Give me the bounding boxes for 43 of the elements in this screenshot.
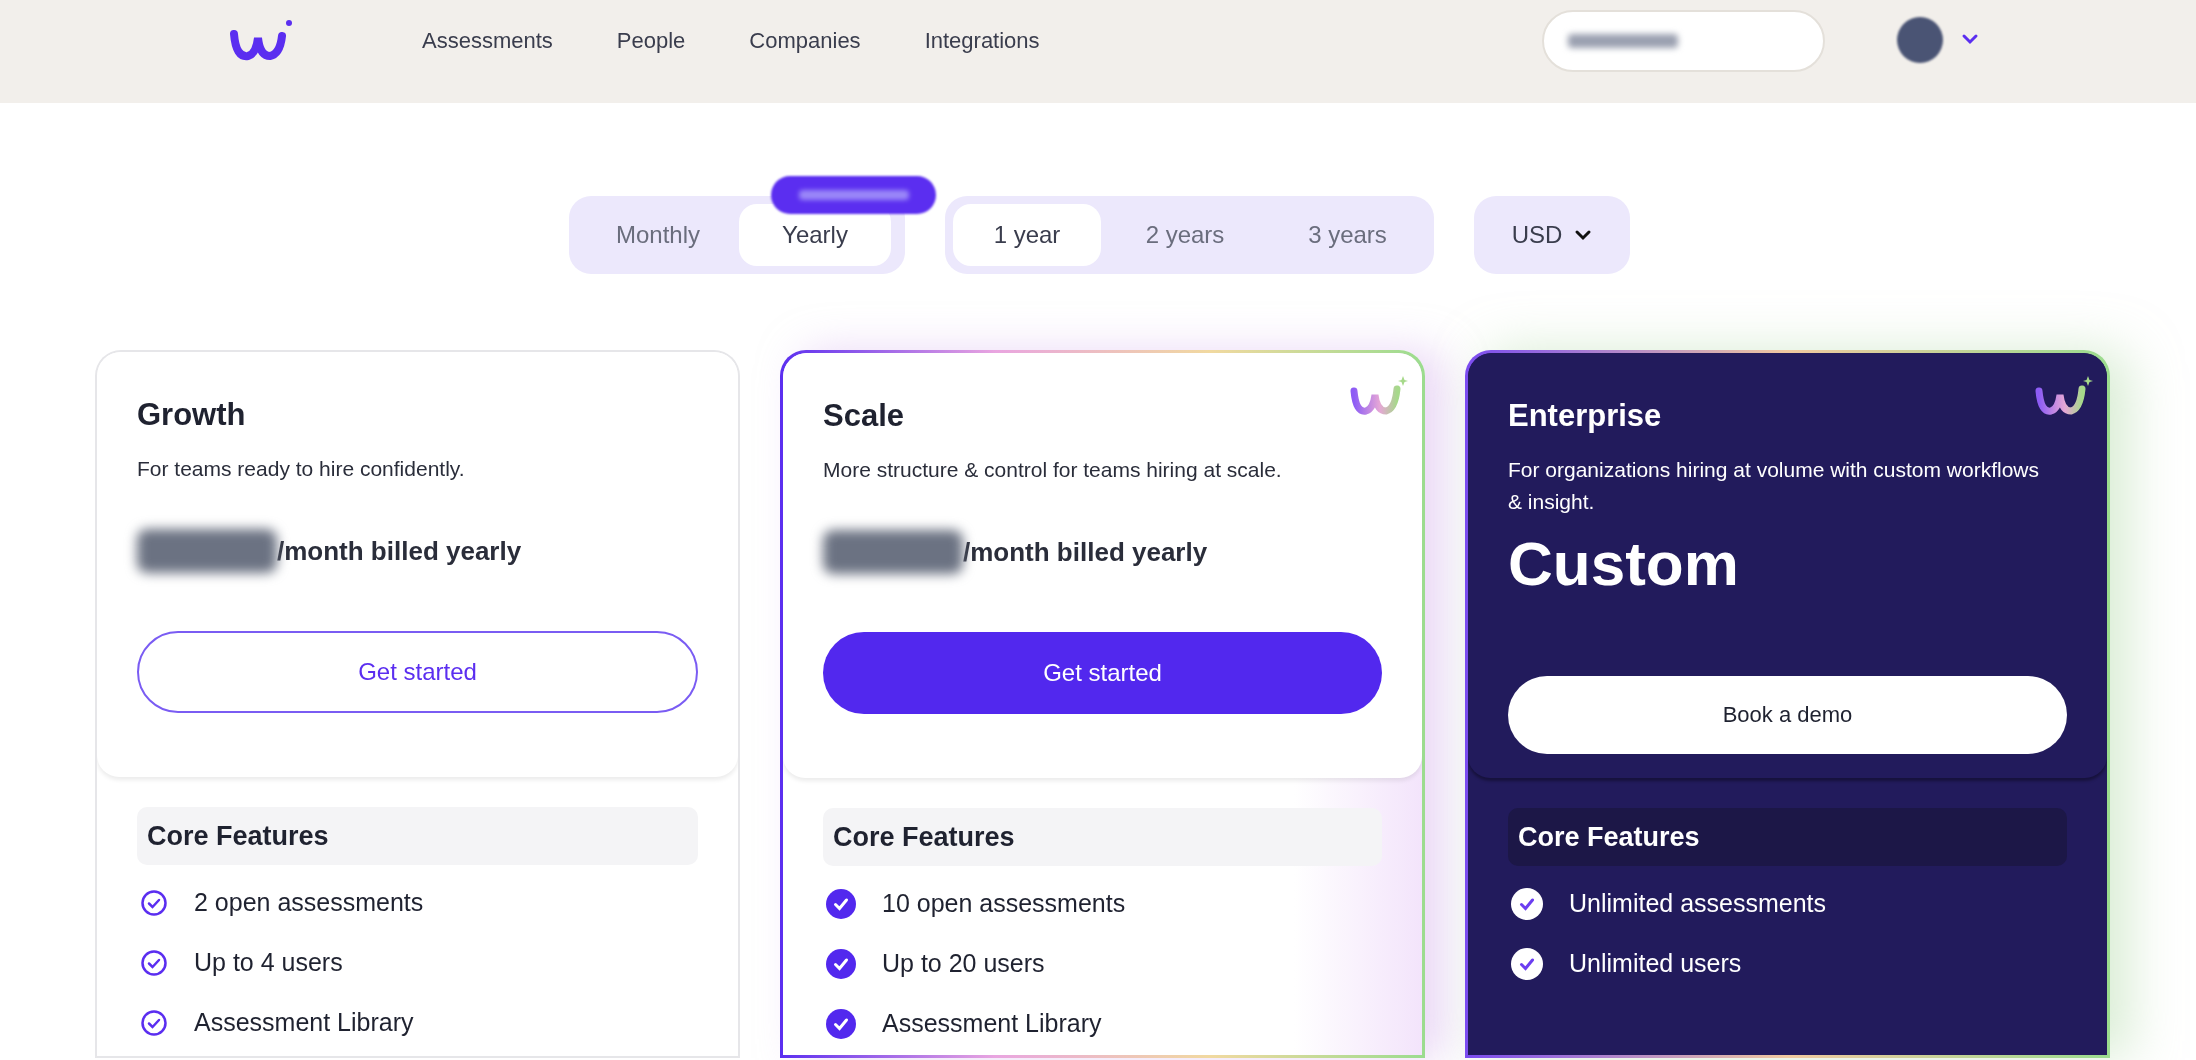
- check-circle-icon: [140, 949, 168, 977]
- price-period: /month billed yearly: [963, 535, 1208, 569]
- plan-description: More structure & control for teams hiring at scale.: [823, 456, 1283, 483]
- section-heading: Core Features: [137, 807, 698, 865]
- currency-dropdown[interactable]: USD: [1474, 196, 1630, 274]
- chevron-down-icon: [1574, 229, 1593, 241]
- nav-link[interactable]: Assessments: [422, 24, 553, 57]
- feature-text: 10 open assessments: [882, 888, 1126, 920]
- toggle-option[interactable]: 3 years: [1269, 204, 1426, 266]
- check-circle-icon: [140, 1009, 168, 1037]
- feature-text: Unlimited assessments: [1569, 888, 1827, 920]
- feature-text: Assessment Library: [194, 1007, 414, 1039]
- chevron-down-icon[interactable]: [1960, 32, 1980, 46]
- avatar[interactable]: [1897, 17, 1943, 63]
- price-period: /month billed yearly: [277, 534, 522, 568]
- cta-button[interactable]: Get started: [823, 631, 1382, 714]
- feature-text: Unlimited users: [1569, 948, 1742, 980]
- cta-button[interactable]: Get started: [137, 630, 698, 713]
- section-heading: Core Features: [1508, 808, 2067, 866]
- nav-link[interactable]: Integrations: [924, 24, 1040, 57]
- toggle-option[interactable]: 1 year: [953, 204, 1101, 266]
- feature-text: Assessment Library: [882, 1008, 1102, 1040]
- plan-description: For teams ready to hire confidently.: [137, 455, 466, 482]
- toggle-option[interactable]: Monthly: [577, 204, 739, 266]
- check-circle-icon: [826, 949, 856, 979]
- nav-link[interactable]: Companies: [749, 24, 861, 57]
- feature-text: 2 open assessments: [194, 887, 424, 919]
- nav-link[interactable]: People: [616, 24, 686, 57]
- section-heading: Core Features: [823, 808, 1382, 866]
- cta-button[interactable]: Book a demo: [1508, 675, 2067, 754]
- check-circle-icon: [1511, 888, 1543, 920]
- feature-text: Up to 20 users: [882, 948, 1045, 980]
- feature-text: Up to 4 users: [194, 947, 343, 979]
- plan-title: Enterprise: [1508, 397, 1663, 435]
- plan-description: For organizations hiring at volume with custom workflows & insight.: [1508, 456, 2041, 515]
- plan-price: Custom: [1508, 527, 1740, 600]
- toggle-option[interactable]: 2 years: [1101, 204, 1269, 266]
- check-circle-icon: [826, 889, 856, 919]
- plan-title: Scale: [823, 397, 905, 435]
- check-circle-icon: [1511, 948, 1543, 980]
- check-circle-icon: [826, 1009, 856, 1039]
- plan-title: Growth: [137, 396, 247, 434]
- check-circle-icon: [140, 889, 168, 917]
